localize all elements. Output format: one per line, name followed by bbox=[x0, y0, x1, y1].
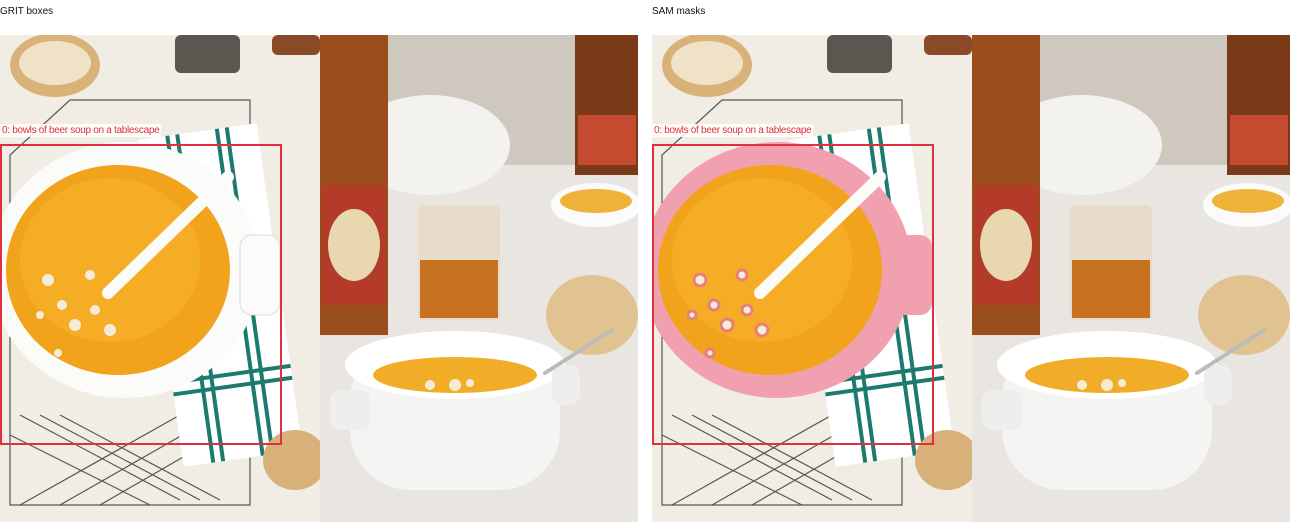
right-panel-title: SAM masks bbox=[652, 6, 706, 17]
left-panel-title: GRIT boxes bbox=[0, 6, 54, 17]
sam-masks-panel: 0: bowls of beer soup on a tablescape bbox=[652, 35, 1290, 522]
detection-box bbox=[652, 144, 934, 445]
detection-label: 0: bowls of beer soup on a tablescape bbox=[652, 124, 814, 137]
grit-boxes-panel: 0: bowls of beer soup on a tablescape bbox=[0, 35, 638, 522]
detection-box bbox=[0, 144, 282, 445]
detection-label: 0: bowls of beer soup on a tablescape bbox=[0, 124, 162, 137]
